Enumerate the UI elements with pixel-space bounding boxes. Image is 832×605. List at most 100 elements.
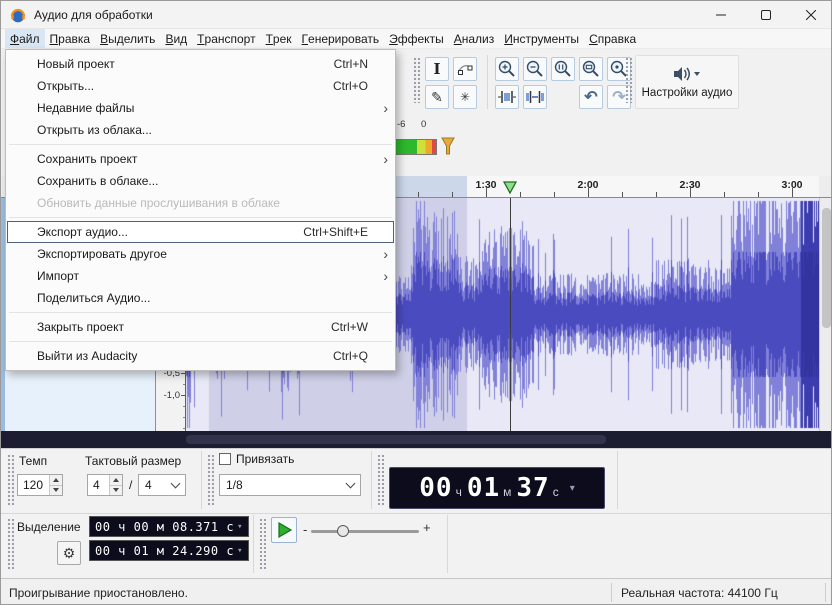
zoom-project-button[interactable] xyxy=(579,57,603,81)
time-signature-slash: / xyxy=(129,478,132,492)
selection-settings-button[interactable]: ⚙ xyxy=(57,541,81,565)
selection-toolbar-grip[interactable] xyxy=(7,518,14,570)
menubar-item-tools[interactable]: Инструменты xyxy=(499,29,584,48)
ts-up-button[interactable] xyxy=(109,475,122,485)
menu-item-open-from-cloud[interactable]: Открыть из облака... xyxy=(7,119,394,141)
chevron-down-icon xyxy=(171,479,181,489)
tool-selection-button[interactable]: I xyxy=(425,57,449,81)
meter-tick-label: -6 xyxy=(397,119,405,130)
zoom-selection-icon xyxy=(553,59,573,79)
meter-tick-label: 0 xyxy=(421,119,426,130)
ruler-right-filler xyxy=(819,176,832,198)
tool-envelope-button[interactable] xyxy=(453,57,477,81)
menu-item-open[interactable]: Открыть...Ctrl+O xyxy=(7,75,394,97)
window-title: Аудио для обработки xyxy=(34,8,153,22)
menubar-item-generate[interactable]: Генерировать xyxy=(297,29,385,48)
audio-settings-label: Настройки аудио xyxy=(642,87,733,99)
menu-item-recent-files[interactable]: Недавние файлы› xyxy=(7,97,394,119)
play-at-speed-button[interactable] xyxy=(271,517,297,543)
multi-tool-icon: ✳ xyxy=(460,90,470,104)
playhead-line xyxy=(510,198,511,431)
toolbar-grip[interactable] xyxy=(413,57,420,103)
menubar-item-file[interactable]: Файл xyxy=(5,29,45,48)
menu-item-save-project[interactable]: Сохранить проект› xyxy=(7,148,394,170)
zoom-selection-button[interactable] xyxy=(551,57,575,81)
time-display[interactable]: 00ч 01м 37с ▾ xyxy=(389,467,605,509)
menu-item-new-project[interactable]: Новый проектCtrl+N xyxy=(7,53,394,75)
menu-item-close-project[interactable]: Закрыть проектCtrl+W xyxy=(7,316,394,338)
track-bottom-strip xyxy=(1,431,832,448)
menubar-item-select[interactable]: Выделить xyxy=(95,29,160,48)
menu-separator xyxy=(9,217,392,218)
menubar-item-edit[interactable]: Правка xyxy=(45,29,96,48)
menubar-item-analyze[interactable]: Анализ xyxy=(449,29,500,48)
scrollbar-thumb[interactable] xyxy=(822,208,831,328)
audio-setup-grip[interactable] xyxy=(625,57,632,103)
dropdown-arrow-icon[interactable]: ▾ xyxy=(237,546,243,556)
playback-meter[interactable] xyxy=(393,139,437,155)
trim-audio-button[interactable] xyxy=(495,85,519,109)
playhead-marker[interactable] xyxy=(503,181,517,195)
menubar-item-transport[interactable]: Транспорт xyxy=(192,29,260,48)
menu-item-import[interactable]: Импорт› xyxy=(7,265,394,287)
ibeam-icon: I xyxy=(433,60,440,78)
tempo-input[interactable]: 120 xyxy=(17,474,63,496)
vertical-scrollbar[interactable] xyxy=(819,198,832,431)
submenu-arrow-icon: › xyxy=(374,101,388,115)
tempo-toolbar-grip[interactable] xyxy=(7,454,14,506)
meter-funnel-icon xyxy=(441,137,455,157)
menubar-item-view[interactable]: Вид xyxy=(160,29,192,48)
menu-item-update-cloud-audition-data: Обновить данные прослушивания в облаке xyxy=(7,192,394,214)
time-signature-upper-input[interactable]: 4 xyxy=(87,474,123,496)
horizontal-scrollbar-thumb[interactable] xyxy=(186,435,606,444)
tool-draw-button[interactable]: ✎ xyxy=(425,85,449,109)
titlebar: Аудио для обработки xyxy=(1,1,832,29)
ts-down-button[interactable] xyxy=(109,485,122,496)
menubar-item-tracks[interactable]: Трек xyxy=(261,29,297,48)
menu-item-save-to-cloud[interactable]: Сохранить в облаке... xyxy=(7,170,394,192)
speed-slider-track[interactable] xyxy=(311,530,419,533)
undo-button[interactable]: ↶ xyxy=(579,85,603,109)
time-toolbar-grip[interactable] xyxy=(377,454,384,506)
silence-audio-button[interactable] xyxy=(523,85,547,109)
play-icon xyxy=(275,521,293,539)
audacity-logo-icon xyxy=(10,7,26,23)
file-menu: Новый проектCtrl+N Открыть...Ctrl+O Неда… xyxy=(5,49,396,371)
menu-separator xyxy=(9,341,392,342)
gear-icon: ⚙ xyxy=(63,545,76,562)
toolbar-separator xyxy=(487,55,488,109)
tempo-down-button[interactable] xyxy=(49,485,62,496)
snap-select[interactable]: 1/8 xyxy=(219,474,361,496)
snap-toolbar-grip[interactable] xyxy=(207,454,214,506)
undo-icon: ↶ xyxy=(584,87,597,107)
menubar-item-help[interactable]: Справка xyxy=(584,29,641,48)
tempo-up-button[interactable] xyxy=(49,475,62,485)
silence-audio-icon xyxy=(524,89,546,105)
audio-settings-button[interactable]: Настройки аудио xyxy=(635,55,739,109)
maximize-button[interactable] xyxy=(743,1,788,29)
time-signature-lower-select[interactable]: 4 xyxy=(138,474,186,496)
zoom-in-button[interactable] xyxy=(495,57,519,81)
tool-multi-button[interactable]: ✳ xyxy=(453,85,477,109)
dropdown-arrow-icon[interactable]: ▾ xyxy=(237,522,243,532)
close-button[interactable] xyxy=(788,1,832,29)
snap-label: Привязать xyxy=(236,452,294,466)
dropdown-arrow-icon[interactable]: ▾ xyxy=(570,483,575,494)
selection-end-field[interactable]: 00 ч 01 м 24.290 с▾ xyxy=(89,540,249,561)
chevron-down-icon xyxy=(346,479,356,489)
menu-item-exit[interactable]: Выйти из AudacityCtrl+Q xyxy=(7,345,394,367)
zoom-out-icon xyxy=(525,59,545,79)
status-left-text: Проигрывание приостановлено. xyxy=(9,586,188,600)
play-speed-grip[interactable] xyxy=(259,518,266,570)
redo-icon: ↷ xyxy=(612,87,625,107)
menubar-item-effect[interactable]: Эффекты xyxy=(384,29,449,48)
minimize-button[interactable] xyxy=(698,1,743,29)
speed-slider-thumb[interactable] xyxy=(337,525,349,537)
zoom-out-button[interactable] xyxy=(523,57,547,81)
snap-checkbox[interactable] xyxy=(219,453,231,465)
submenu-arrow-icon: › xyxy=(374,152,388,166)
selection-start-field[interactable]: 00 ч 00 м 08.371 с▾ xyxy=(89,516,249,537)
menu-item-export-other[interactable]: Экспортировать другое› xyxy=(7,243,394,265)
menu-item-share-audio[interactable]: Поделиться Аудио... xyxy=(7,287,394,309)
menu-item-export-audio[interactable]: Экспорт аудио...Ctrl+Shift+E xyxy=(7,221,394,243)
